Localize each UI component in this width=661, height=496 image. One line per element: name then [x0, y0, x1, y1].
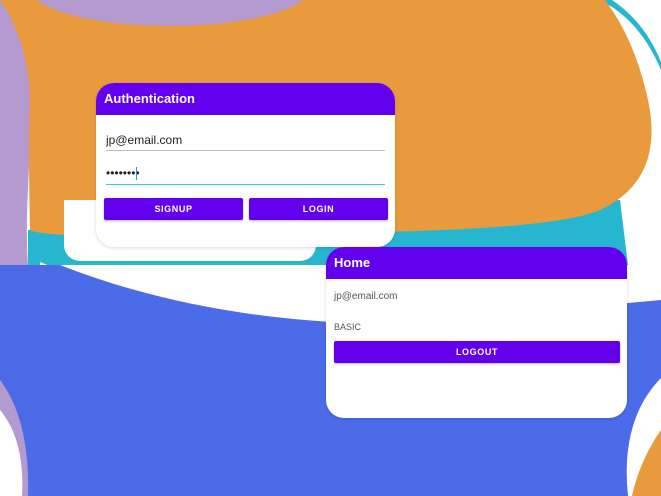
password-underline [106, 183, 385, 185]
password-input[interactable] [106, 165, 385, 181]
login-button[interactable]: LOGIN [249, 198, 388, 220]
email-field[interactable] [106, 132, 385, 151]
user-role: BASIC [334, 322, 362, 332]
logout-button[interactable]: LOGOUT [334, 341, 620, 363]
text-caret [136, 167, 137, 180]
home-card: Home jp@email.com BASIC LOGOUT [326, 247, 627, 418]
authentication-card: Authentication SIGNUP LOGIN [96, 83, 395, 247]
signup-button[interactable]: SIGNUP [104, 198, 243, 220]
user-email: jp@email.com [334, 291, 398, 302]
email-input[interactable] [106, 132, 385, 148]
authentication-title: Authentication [96, 83, 395, 115]
password-field[interactable] [106, 165, 385, 185]
home-title: Home [326, 247, 627, 279]
email-underline [106, 150, 385, 151]
